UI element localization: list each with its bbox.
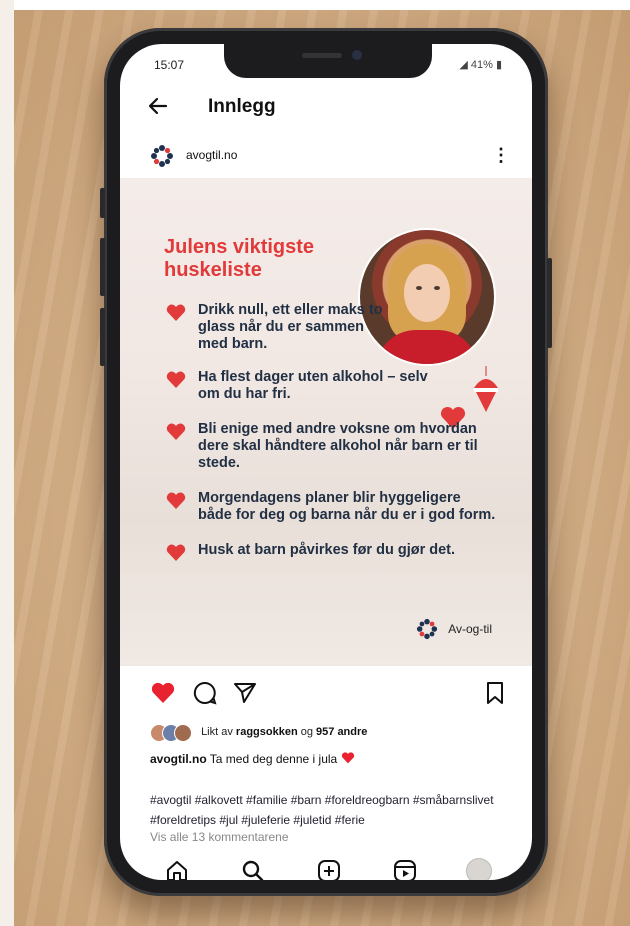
notch xyxy=(224,44,432,78)
list-item: Husk at barn påvirkes før du gjør det. xyxy=(164,542,532,561)
status-time: 15:07 xyxy=(154,58,185,72)
back-arrow-icon[interactable] xyxy=(146,94,170,123)
battery-icon: ▮ xyxy=(495,59,502,71)
volume-down-button xyxy=(100,308,105,366)
status-battery: ◢ 41% ▮ xyxy=(459,58,502,71)
more-vertical-icon[interactable]: ⋮ xyxy=(492,142,510,168)
search-icon[interactable] xyxy=(240,858,266,880)
account-avatar[interactable] xyxy=(150,144,174,168)
red-heart-emoji-icon xyxy=(341,752,354,764)
heart-icon[interactable] xyxy=(150,680,176,706)
list-item: Bli enige med andre voksne om hvordan de… xyxy=(164,421,498,472)
post-image: Julens viktigste huskeliste Drikk null, … xyxy=(120,178,532,666)
profile-icon[interactable] xyxy=(466,858,492,880)
bottom-nav xyxy=(120,852,532,880)
list-item: Ha flest dager uten alkohol – selv om du… xyxy=(164,369,428,403)
heart-bullet-icon xyxy=(166,371,186,388)
likes-line: Likt av raggsokken og 957 andre xyxy=(150,724,367,742)
power-button xyxy=(547,258,552,348)
signal-icon: ◢ xyxy=(459,59,468,71)
caption-username[interactable]: avogtil.no xyxy=(150,752,207,766)
post-header: avogtil.no ⋮ xyxy=(120,138,532,178)
likes-count[interactable]: 957 andre xyxy=(316,726,367,738)
liker-avatars xyxy=(150,724,192,742)
brand-name: Av-og-til xyxy=(448,622,492,636)
heart-bullet-icon xyxy=(166,544,186,561)
bookmark-icon[interactable] xyxy=(482,680,508,706)
list-item: Morgendagens planer blir hyggeligere båd… xyxy=(164,490,498,524)
list-item-text: Husk at barn påvirkes før du gjør det. xyxy=(198,542,456,558)
account-username[interactable]: avogtil.no xyxy=(186,148,237,162)
frame-left xyxy=(0,0,14,926)
home-icon[interactable] xyxy=(164,858,190,880)
brand-logo-icon xyxy=(416,618,438,640)
hashtags[interactable]: #avogtil #alkovett #familie #barn #forel… xyxy=(150,790,520,830)
volume-up-button xyxy=(100,238,105,296)
page-title: Innlegg xyxy=(208,96,276,117)
heart-bullet-icon xyxy=(166,492,186,509)
post-title: Julens viktigste huskeliste xyxy=(164,236,315,281)
mute-button xyxy=(100,188,105,218)
caption-text: Ta med deg denne i jula xyxy=(206,752,338,766)
likes-middle: og xyxy=(297,725,317,738)
list-item-text: Drikk null, ett eller maks to glass når … xyxy=(198,302,383,352)
battery-percent: 41% xyxy=(470,59,493,71)
heart-bullet-icon xyxy=(166,423,186,440)
comment-icon[interactable] xyxy=(192,680,218,706)
likes-user[interactable]: raggsokken xyxy=(236,726,298,738)
frame-top xyxy=(0,0,630,10)
list-item: Drikk null, ett eller maks to glass når … xyxy=(164,302,388,353)
view-comments-link[interactable]: Vis alle 13 kommentarene xyxy=(150,830,289,844)
speaker xyxy=(302,53,342,58)
likes-prefix: Likt av xyxy=(201,725,236,738)
action-bar xyxy=(120,676,532,712)
create-icon[interactable] xyxy=(316,858,342,880)
phone: 15:07 ◢ 41% ▮ Innlegg avogtil.no ⋮ Julen… xyxy=(100,28,552,896)
list-item-text: Morgendagens planer blir hyggeligere båd… xyxy=(198,490,496,523)
checklist: Drikk null, ett eller maks to glass når … xyxy=(164,302,504,561)
top-bar: Innlegg xyxy=(120,88,532,128)
phone-screen: 15:07 ◢ 41% ▮ Innlegg avogtil.no ⋮ Julen… xyxy=(120,44,532,880)
reels-icon[interactable] xyxy=(392,858,418,880)
caption: avogtil.no Ta med deg denne i jula xyxy=(150,752,355,766)
list-item-text: Bli enige med andre voksne om hvordan de… xyxy=(198,421,478,471)
heart-bullet-icon xyxy=(166,304,186,321)
send-icon[interactable] xyxy=(232,680,258,706)
camera xyxy=(352,50,362,60)
list-item-text: Ha flest dager uten alkohol – selv om du… xyxy=(198,369,428,402)
